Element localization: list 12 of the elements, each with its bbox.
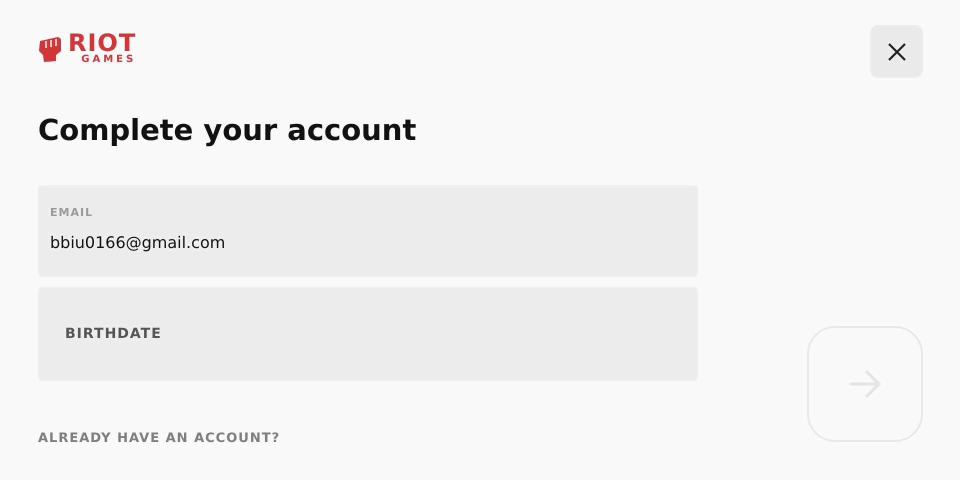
logo-wordmark: RIOT [68, 32, 136, 54]
close-button[interactable] [870, 25, 923, 78]
close-icon [886, 42, 906, 62]
input-field[interactable]: EMAIL bbiu0166@gmail.com [38, 185, 698, 277]
field-label: EMAIL [50, 205, 94, 221]
logo-subtext: GAMES [81, 54, 136, 66]
page-title: Complete your account [38, 112, 418, 149]
fist-logo-icon [38, 35, 62, 63]
input-field[interactable]: BIRTHDATE [38, 287, 698, 381]
field-label: BIRTHDATE [65, 324, 162, 344]
field-value: bbiu0166@gmail.com [50, 232, 226, 254]
sign-in-link[interactable]: ALREADY HAVE AN ACCOUNT? [38, 429, 280, 448]
